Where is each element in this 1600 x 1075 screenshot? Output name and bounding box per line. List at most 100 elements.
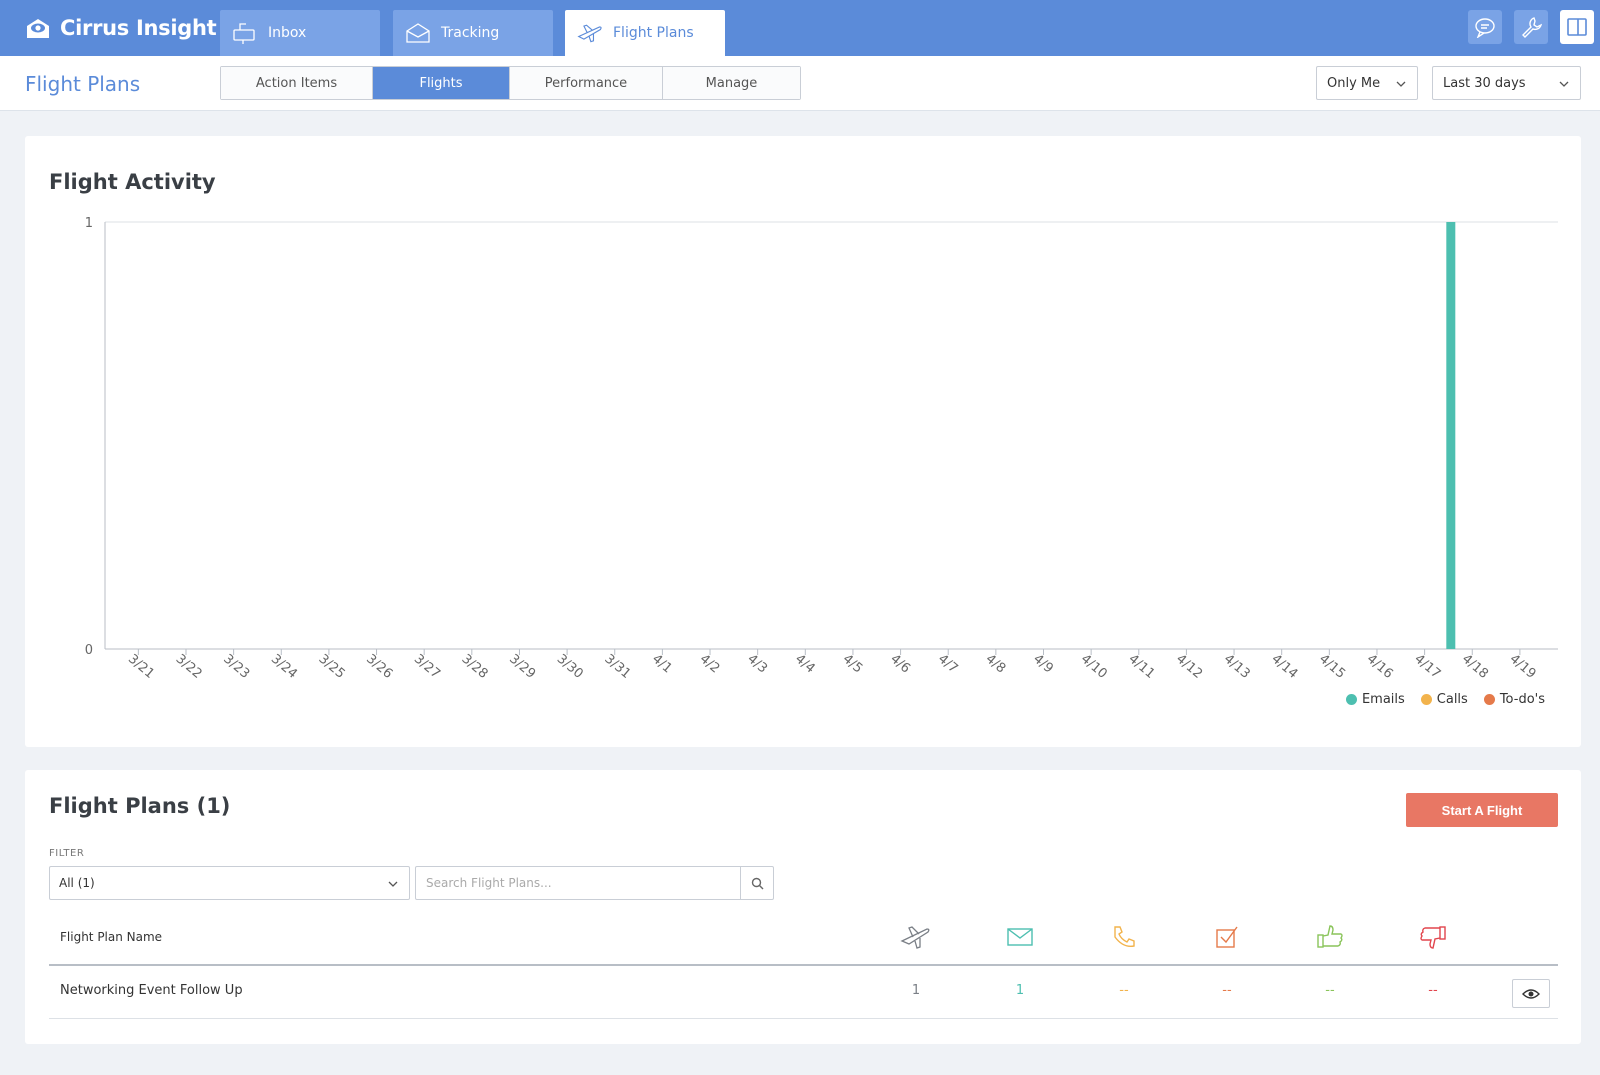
x-tick-label: 3/23 <box>220 652 252 682</box>
legend-label: To-do's <box>1499 692 1545 707</box>
x-tick-label: 4/14 <box>1268 652 1300 682</box>
x-tick-label: 4/10 <box>1078 652 1110 682</box>
legend-item[interactable]: Emails <box>1345 692 1405 707</box>
envelope-icon <box>405 21 431 45</box>
tab-label: Flight Plans <box>613 25 694 41</box>
settings-button[interactable] <box>1514 10 1548 44</box>
top-bar: Cirrus Insight Inbox Tracking Flight Pla… <box>0 0 1600 56</box>
x-tick-label: 4/1 <box>649 652 675 677</box>
page-title: Flight Plans <box>25 72 141 96</box>
tab-inbox[interactable]: Inbox <box>220 10 380 56</box>
x-tick-label: 4/16 <box>1364 652 1396 682</box>
segment-flights[interactable]: Flights <box>373 67 510 99</box>
x-tick-label: 4/2 <box>697 652 723 677</box>
view-switcher: Action Items Flights Performance Manage <box>220 66 801 100</box>
date-range-value: Last 30 days <box>1443 75 1526 91</box>
x-tick-label: 3/21 <box>125 652 157 682</box>
legend-swatch <box>1345 694 1357 705</box>
filter-label: FILTER <box>49 848 85 859</box>
segment-performance[interactable]: Performance <box>510 67 663 99</box>
segment-action-items[interactable]: Action Items <box>221 67 373 99</box>
owner-filter-dropdown[interactable]: Only Me <box>1316 66 1418 100</box>
tab-label: Tracking <box>441 25 500 41</box>
x-tick-label: 4/18 <box>1459 652 1491 682</box>
cloud-eye-icon <box>27 19 49 38</box>
flights-count: 1 <box>911 983 921 998</box>
brand-logo[interactable]: Cirrus Insight <box>24 12 217 44</box>
chat-icon <box>1475 18 1495 38</box>
x-tick-label: 4/12 <box>1173 652 1205 682</box>
search-button[interactable] <box>740 866 774 900</box>
flight-plans-title: Flight Plans (1) <box>49 794 231 818</box>
y-tick-label: 1 <box>85 216 93 231</box>
chevron-down-icon <box>1396 81 1406 87</box>
x-tick-label: 3/29 <box>506 652 538 682</box>
x-tick-label: 4/13 <box>1221 652 1253 682</box>
legend-swatch <box>1483 694 1495 705</box>
chart-legend: Emails Calls To-do's <box>1330 692 1545 707</box>
column-header-name: Flight Plan Name <box>60 930 163 944</box>
mailbox-icon <box>232 21 258 45</box>
airplane-icon <box>577 21 603 45</box>
todos-count: -- <box>1222 983 1232 998</box>
brand-name: Cirrus Insight <box>60 16 217 40</box>
panel-icon <box>1567 18 1587 36</box>
x-tick-label: 3/30 <box>554 652 586 682</box>
flight-activity-card: Flight Activity 0 1 3/21 3/22 3/23 3/24 3/25 3/… <box>25 136 1581 747</box>
envelope-icon <box>1003 922 1037 952</box>
filter-value: All (1) <box>59 876 95 890</box>
table-row-divider <box>49 1018 1558 1019</box>
segment-manage[interactable]: Manage <box>663 67 800 99</box>
y-tick-label: 0 <box>85 643 93 658</box>
x-tick-label: 3/26 <box>363 652 395 682</box>
legend-label: Calls <box>1436 692 1468 707</box>
search-flight-plans-input[interactable] <box>415 866 741 900</box>
thumbs-up-icon <box>1313 922 1347 952</box>
x-tick-label: 4/6 <box>887 652 913 677</box>
tab-flight-plans[interactable]: Flight Plans <box>565 10 725 56</box>
airplane-icon <box>899 922 933 952</box>
x-tick-label: 3/28 <box>459 652 491 682</box>
x-tick-label: 4/19 <box>1507 652 1539 682</box>
checkbox-icon <box>1210 922 1244 952</box>
x-tick-label: 3/22 <box>173 652 205 682</box>
x-tick-label: 4/3 <box>744 652 770 677</box>
legend-label: Emails <box>1361 692 1405 707</box>
x-tick-label: 4/7 <box>935 652 961 677</box>
x-tick-label: 4/11 <box>1125 652 1157 682</box>
eye-icon <box>1522 988 1540 999</box>
bar-emails <box>1446 222 1456 649</box>
start-flight-button[interactable]: Start A Flight <box>1406 793 1558 827</box>
x-tick-label: 3/27 <box>411 652 443 682</box>
x-tick-label: 4/4 <box>792 652 818 677</box>
flight-plan-name[interactable]: Networking Event Follow Up <box>60 983 243 998</box>
positive-count: -- <box>1325 983 1335 998</box>
filter-select[interactable]: All (1) <box>49 866 410 900</box>
tab-label: Inbox <box>268 25 307 41</box>
calls-count: -- <box>1119 983 1129 998</box>
tab-tracking[interactable]: Tracking <box>393 10 553 56</box>
x-tick-label: 4/8 <box>983 652 1009 677</box>
negative-count: -- <box>1428 983 1438 998</box>
search-icon <box>751 877 763 889</box>
chevron-down-icon <box>388 881 398 887</box>
x-tick-label: 3/24 <box>268 652 300 682</box>
date-range-dropdown[interactable]: Last 30 days <box>1432 66 1581 100</box>
table-header-divider <box>49 964 1558 966</box>
view-flight-plan-button[interactable] <box>1512 979 1550 1008</box>
emails-count: 1 <box>1015 983 1025 998</box>
chevron-down-icon <box>1559 81 1569 87</box>
flight-activity-chart: 0 1 3/21 3/22 3/23 3/24 3/25 3/26 3/27 3/28 3/29 3/… <box>85 216 1558 682</box>
phone-icon <box>1107 922 1141 952</box>
flight-plans-card: Flight Plans (1) Start A Flight FILTER A… <box>25 770 1581 1044</box>
x-tick-label: 3/31 <box>601 652 633 682</box>
chat-button[interactable] <box>1468 10 1502 44</box>
x-tick-label: 4/17 <box>1411 652 1443 682</box>
owner-filter-value: Only Me <box>1327 75 1381 91</box>
legend-item[interactable]: To-do's <box>1483 692 1545 707</box>
panel-toggle-button[interactable] <box>1560 10 1594 44</box>
x-tick-label: 4/9 <box>1030 652 1056 677</box>
x-tick-label: 4/5 <box>840 652 866 677</box>
legend-item[interactable]: Calls <box>1420 692 1468 707</box>
thumbs-down-icon <box>1416 922 1450 952</box>
